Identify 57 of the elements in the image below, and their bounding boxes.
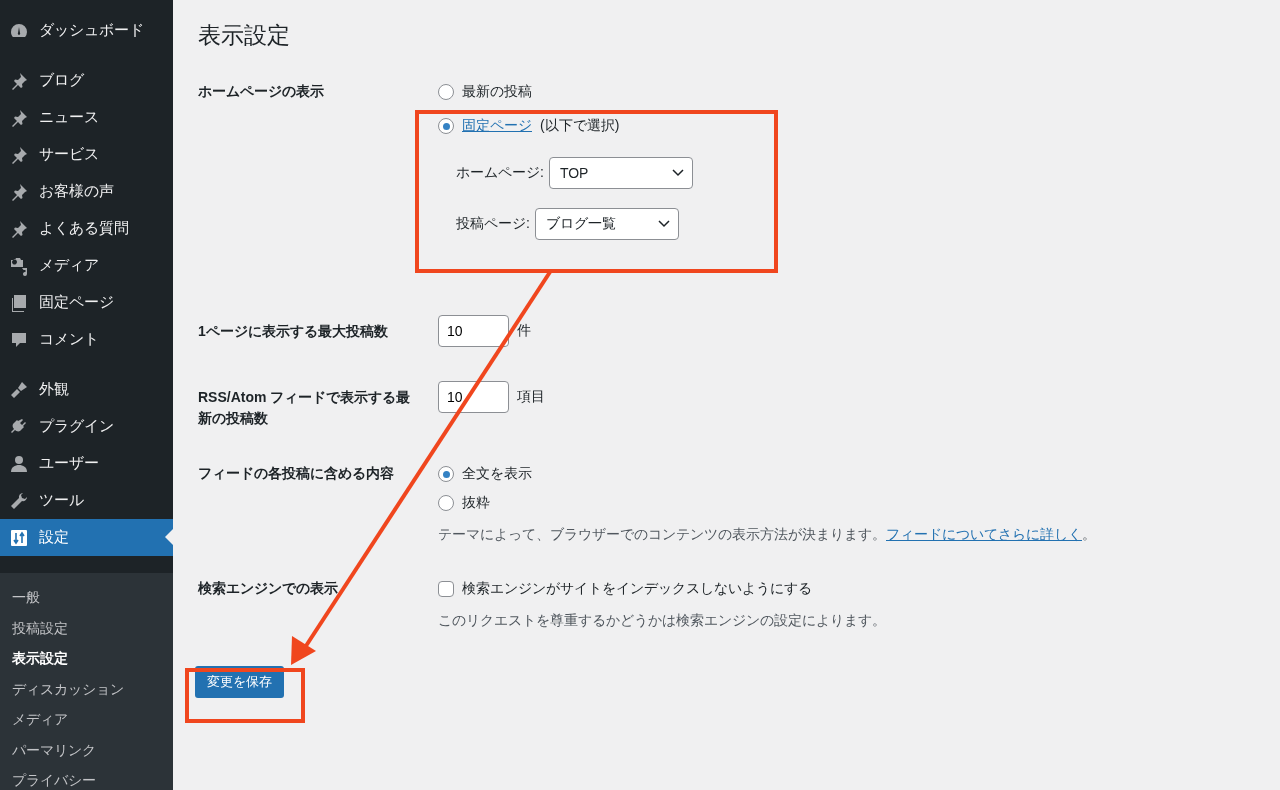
checkbox-label: 検索エンジンがサイトをインデックスしないようにする [462, 580, 812, 598]
pages-icon [9, 292, 29, 313]
sidebar-item[interactable]: 設定 [0, 519, 173, 556]
setting-label: 1ページに表示する最大投稿数 [198, 322, 389, 341]
submenu-item[interactable]: ディスカッション [0, 673, 173, 704]
sidebar-item[interactable]: プラグイン [0, 408, 173, 445]
description-text: このリクエストを尊重するかどうかは検索エンジンの設定によります。 [438, 612, 886, 630]
option-link[interactable]: 固定ページ [462, 117, 532, 135]
option-label: 抜粋 [462, 494, 490, 512]
chevron-down-icon [657, 220, 670, 228]
submenu-item[interactable]: メディア [0, 704, 173, 735]
unit-label: 項目 [517, 388, 545, 406]
submenu-item[interactable]: プライバシー [0, 765, 173, 790]
submenu-item[interactable]: 投稿設定 [0, 612, 173, 643]
sidebar-item[interactable]: サービス [0, 136, 173, 173]
chevron-down-icon [671, 169, 684, 177]
sidebar-item[interactable]: ニュース [0, 99, 173, 136]
radio-button[interactable] [438, 118, 454, 134]
description-text: テーマによって、ブラウザーでのコンテンツの表示方法が決まります。フィードについてさらに詳しく。 [438, 526, 1096, 544]
sidebar-item[interactable]: よくある質問 [0, 210, 173, 247]
learn-more-link[interactable]: フィードについてさらに詳しく [886, 526, 1082, 542]
settings-icon [9, 527, 29, 548]
radio-button[interactable] [438, 84, 454, 100]
setting-label: フィードの各投稿に含める内容 [198, 464, 395, 483]
sidebar-item[interactable]: ツール [0, 482, 173, 519]
submenu-item[interactable]: 一般 [0, 582, 173, 613]
unit-label: 件 [517, 322, 531, 340]
user-icon [9, 453, 29, 474]
option-hint: (以下で選択) [540, 117, 620, 135]
media-icon [9, 255, 29, 276]
select-label: 投稿ページ: [456, 215, 530, 233]
number-input[interactable]: 10 [438, 381, 509, 413]
checkbox[interactable] [438, 581, 454, 597]
submenu-item[interactable]: パーマリンク [0, 734, 173, 765]
select-label: ホームページ: [456, 164, 544, 182]
dropdown-select[interactable]: ブログ一覧 [534, 208, 679, 240]
sidebar-item[interactable]: メディア [0, 247, 173, 284]
number-input[interactable]: 10 [438, 315, 509, 347]
setting-label: RSS/Atom フィードで表示する最新の投稿数 [198, 388, 412, 428]
wrench-icon [9, 490, 29, 511]
sidebar-item[interactable]: ユーザー [0, 445, 173, 482]
sidebar-item[interactable]: 固定ページ [0, 284, 173, 321]
setting-label: 検索エンジンでの表示 [198, 579, 339, 598]
sidebar-item[interactable]: 外観 [0, 371, 173, 408]
option-label: 全文を表示 [462, 465, 532, 483]
dropdown-select[interactable]: TOP [548, 157, 693, 189]
sidebar-item[interactable]: コメント [0, 321, 173, 358]
radio-button[interactable] [438, 495, 454, 511]
page-title: 表示設定 [198, 21, 291, 50]
setting-label: ホームページの表示 [198, 82, 325, 101]
sidebar-item[interactable]: ダッシュボード [0, 12, 173, 49]
submenu-item[interactable]: 表示設定 [0, 643, 173, 674]
option-label: 最新の投稿 [462, 83, 532, 101]
sidebar-item[interactable]: ブログ [0, 62, 173, 99]
radio-button[interactable] [438, 466, 454, 482]
brush-icon [9, 379, 29, 400]
sidebar-item[interactable]: お客様の声 [0, 173, 173, 210]
